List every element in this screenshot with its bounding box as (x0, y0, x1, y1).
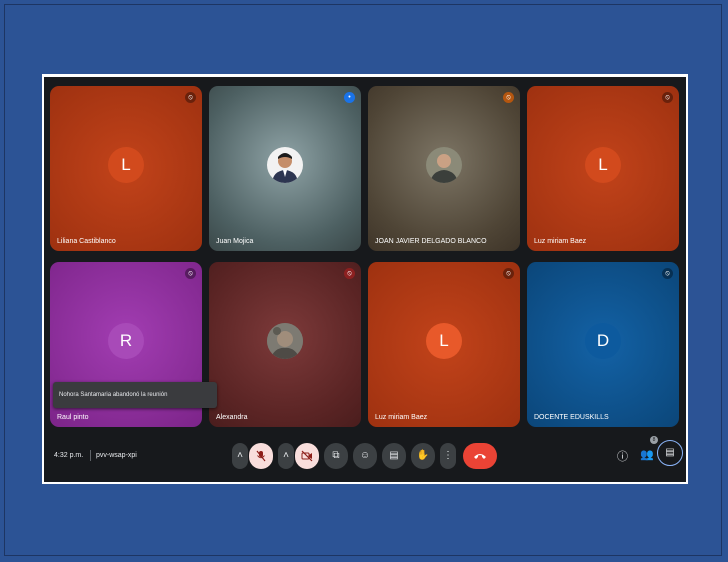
avatar: L (426, 322, 462, 359)
mic-muted-icon: ⦸ (344, 268, 355, 279)
participant-name: Liliana Castiblanco (57, 238, 116, 245)
leave-call-icon (474, 454, 486, 459)
participant-name: Luz miriam Baez (534, 238, 587, 245)
participant-name: DOCENTE EDUSKILLS (534, 414, 609, 421)
info-icon[interactable]: ⓘ (617, 448, 628, 464)
avatar-photo (267, 146, 303, 183)
meeting-code: pvv-wsap-xpi (96, 452, 137, 459)
more-options-icon: ⋮ (443, 450, 453, 461)
raise-hand-icon: ✋ (416, 450, 430, 461)
participant-name: Raul pinto (57, 414, 89, 421)
participant-tile[interactable]: ⦸ L Luz miriam Baez (527, 86, 679, 251)
chat-button[interactable]: ▤ (657, 440, 683, 466)
raise-hand-button[interactable]: ✋ (411, 443, 435, 469)
mic-muted-icon: ⦸ (503, 92, 514, 103)
avatar: D (585, 322, 621, 359)
participant-tile[interactable]: ⦸ D DOCENTE EDUSKILLS (527, 262, 679, 427)
participant-tile[interactable]: • Juan Mojica (209, 86, 361, 251)
divider (90, 450, 91, 461)
participant-tile[interactable]: ⦸ L Liliana Castiblanco (50, 86, 202, 251)
mic-muted-icon: ⦸ (185, 268, 196, 279)
reactions-button[interactable]: ☺ (353, 443, 377, 469)
chevron-up-icon: ˄ (283, 450, 289, 461)
avatar-letter: L (598, 154, 608, 174)
participant-name: Luz miriam Baez (375, 414, 428, 421)
people-icon[interactable]: 👥 (640, 448, 654, 461)
participant-tile[interactable]: ⦸ Alexandra (209, 262, 361, 427)
mic-off-icon (256, 450, 266, 462)
chat-icon: ▤ (665, 447, 675, 458)
mic-muted-icon: ⦸ (662, 92, 673, 103)
participant-name: Alexandra (216, 414, 248, 421)
left-meeting-notification: Nohora Santamaria abandonó la reunión (53, 382, 217, 408)
avatar: R (108, 322, 144, 359)
camera-toggle-button[interactable] (295, 443, 319, 469)
avatar-photo (267, 322, 303, 359)
avatar-letter: L (121, 154, 131, 174)
avatar: L (108, 146, 144, 183)
participant-count-badge: 8 (650, 436, 658, 444)
captions-button[interactable]: ▤ (382, 443, 406, 469)
mic-muted-icon: ⦸ (503, 268, 514, 279)
avatar-letter: D (596, 330, 610, 350)
participant-name: Juan Mojica (216, 238, 254, 245)
audio-options-button[interactable]: ˄ (232, 443, 248, 469)
emoji-icon: ☺ (359, 450, 371, 461)
present-screen-button[interactable]: ⧉ (324, 443, 348, 469)
video-options-button[interactable]: ˄ (278, 443, 294, 469)
microphone-toggle-button[interactable] (249, 443, 273, 469)
avatar-letter: L (439, 330, 449, 350)
leave-call-button[interactable] (463, 443, 497, 469)
meeting-time: 4:32 p.m. (54, 452, 84, 459)
speaking-indicator-icon: • (344, 92, 355, 103)
avatar: L (585, 146, 621, 183)
chevron-up-icon: ˄ (237, 450, 243, 461)
participant-tile[interactable]: ⦸ JOAN JAVIER DELGADO BLANCO (368, 86, 520, 251)
captions-icon: ▤ (389, 450, 399, 461)
avatar-letter: R (119, 330, 133, 350)
more-options-button[interactable]: ⋮ (440, 443, 456, 469)
present-icon: ⧉ (332, 450, 340, 461)
participant-name: JOAN JAVIER DELGADO BLANCO (375, 238, 487, 245)
camera-off-icon (301, 450, 313, 462)
mic-muted-icon: ⦸ (662, 268, 673, 279)
avatar-photo (426, 146, 462, 183)
mic-muted-icon: ⦸ (185, 92, 196, 103)
participant-tile[interactable]: ⦸ L Luz miriam Baez (368, 262, 520, 427)
